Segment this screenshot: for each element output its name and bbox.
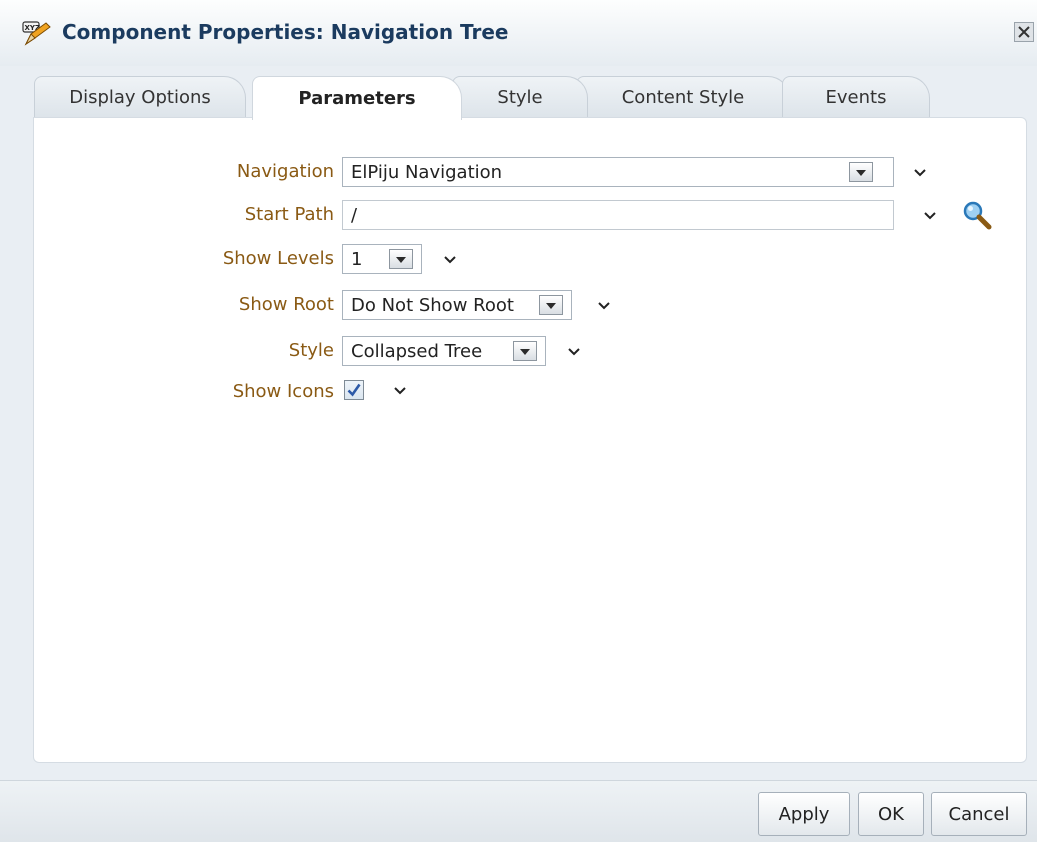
- dropdown-arrow-icon[interactable]: [849, 162, 873, 182]
- apply-button-label: Apply: [778, 803, 830, 825]
- chevron-down-icon[interactable]: [596, 298, 612, 314]
- style-select[interactable]: Collapsed Tree: [342, 336, 546, 366]
- navigation-select[interactable]: ElPiju Navigation: [342, 157, 894, 187]
- dialog-title: Component Properties: Navigation Tree: [62, 20, 509, 44]
- tab-label: Display Options: [69, 87, 211, 108]
- navigation-label: Navigation: [236, 161, 334, 182]
- chevron-down-icon[interactable]: [922, 208, 938, 224]
- tab-display-options[interactable]: Display Options: [34, 76, 246, 118]
- tab-events[interactable]: Events: [782, 76, 930, 118]
- style-label: Style: [288, 340, 334, 361]
- search-icon[interactable]: [962, 200, 992, 230]
- tab-label: Events: [825, 87, 887, 108]
- chevron-down-icon[interactable]: [392, 383, 408, 399]
- tab-style[interactable]: Style: [452, 76, 588, 118]
- apply-button[interactable]: Apply: [758, 792, 850, 836]
- chevron-down-icon[interactable]: [442, 252, 458, 268]
- close-icon[interactable]: [1014, 22, 1034, 42]
- tab-label: Content Style: [621, 87, 745, 108]
- show-icons-checkbox[interactable]: [344, 380, 364, 400]
- start-path-label: Start Path: [244, 204, 334, 225]
- show-levels-label: Show Levels: [222, 248, 334, 269]
- show-root-value: Do Not Show Root: [351, 294, 514, 316]
- component-properties-dialog: XYZ Component Properties: Navigation Tre…: [0, 0, 1037, 842]
- tab-label: Style: [497, 87, 543, 108]
- show-root-select[interactable]: Do Not Show Root: [342, 290, 572, 320]
- title-bar: XYZ Component Properties: Navigation Tre…: [0, 0, 1037, 67]
- tab-parameters[interactable]: Parameters: [252, 76, 462, 120]
- style-value: Collapsed Tree: [351, 340, 483, 362]
- ok-button-label: OK: [878, 803, 904, 825]
- show-levels-select[interactable]: 1: [342, 244, 422, 274]
- dropdown-arrow-icon[interactable]: [513, 341, 537, 361]
- start-path-input[interactable]: /: [342, 200, 894, 230]
- chevron-down-icon[interactable]: [912, 165, 928, 181]
- navigation-value: ElPiju Navigation: [351, 161, 503, 183]
- show-root-label: Show Root: [238, 294, 334, 315]
- ok-button[interactable]: OK: [858, 792, 924, 836]
- dropdown-arrow-icon[interactable]: [539, 295, 563, 315]
- xyz-pencil-icon: XYZ: [22, 20, 52, 46]
- cancel-button-label: Cancel: [948, 803, 1010, 825]
- tab-content-style[interactable]: Content Style: [576, 76, 790, 118]
- tab-label: Parameters: [298, 88, 416, 109]
- cancel-button[interactable]: Cancel: [931, 792, 1027, 836]
- show-levels-value: 1: [351, 248, 363, 270]
- show-icons-label: Show Icons: [232, 381, 334, 402]
- dropdown-arrow-icon[interactable]: [389, 249, 413, 269]
- chevron-down-icon[interactable]: [566, 344, 582, 360]
- start-path-value: /: [351, 204, 358, 226]
